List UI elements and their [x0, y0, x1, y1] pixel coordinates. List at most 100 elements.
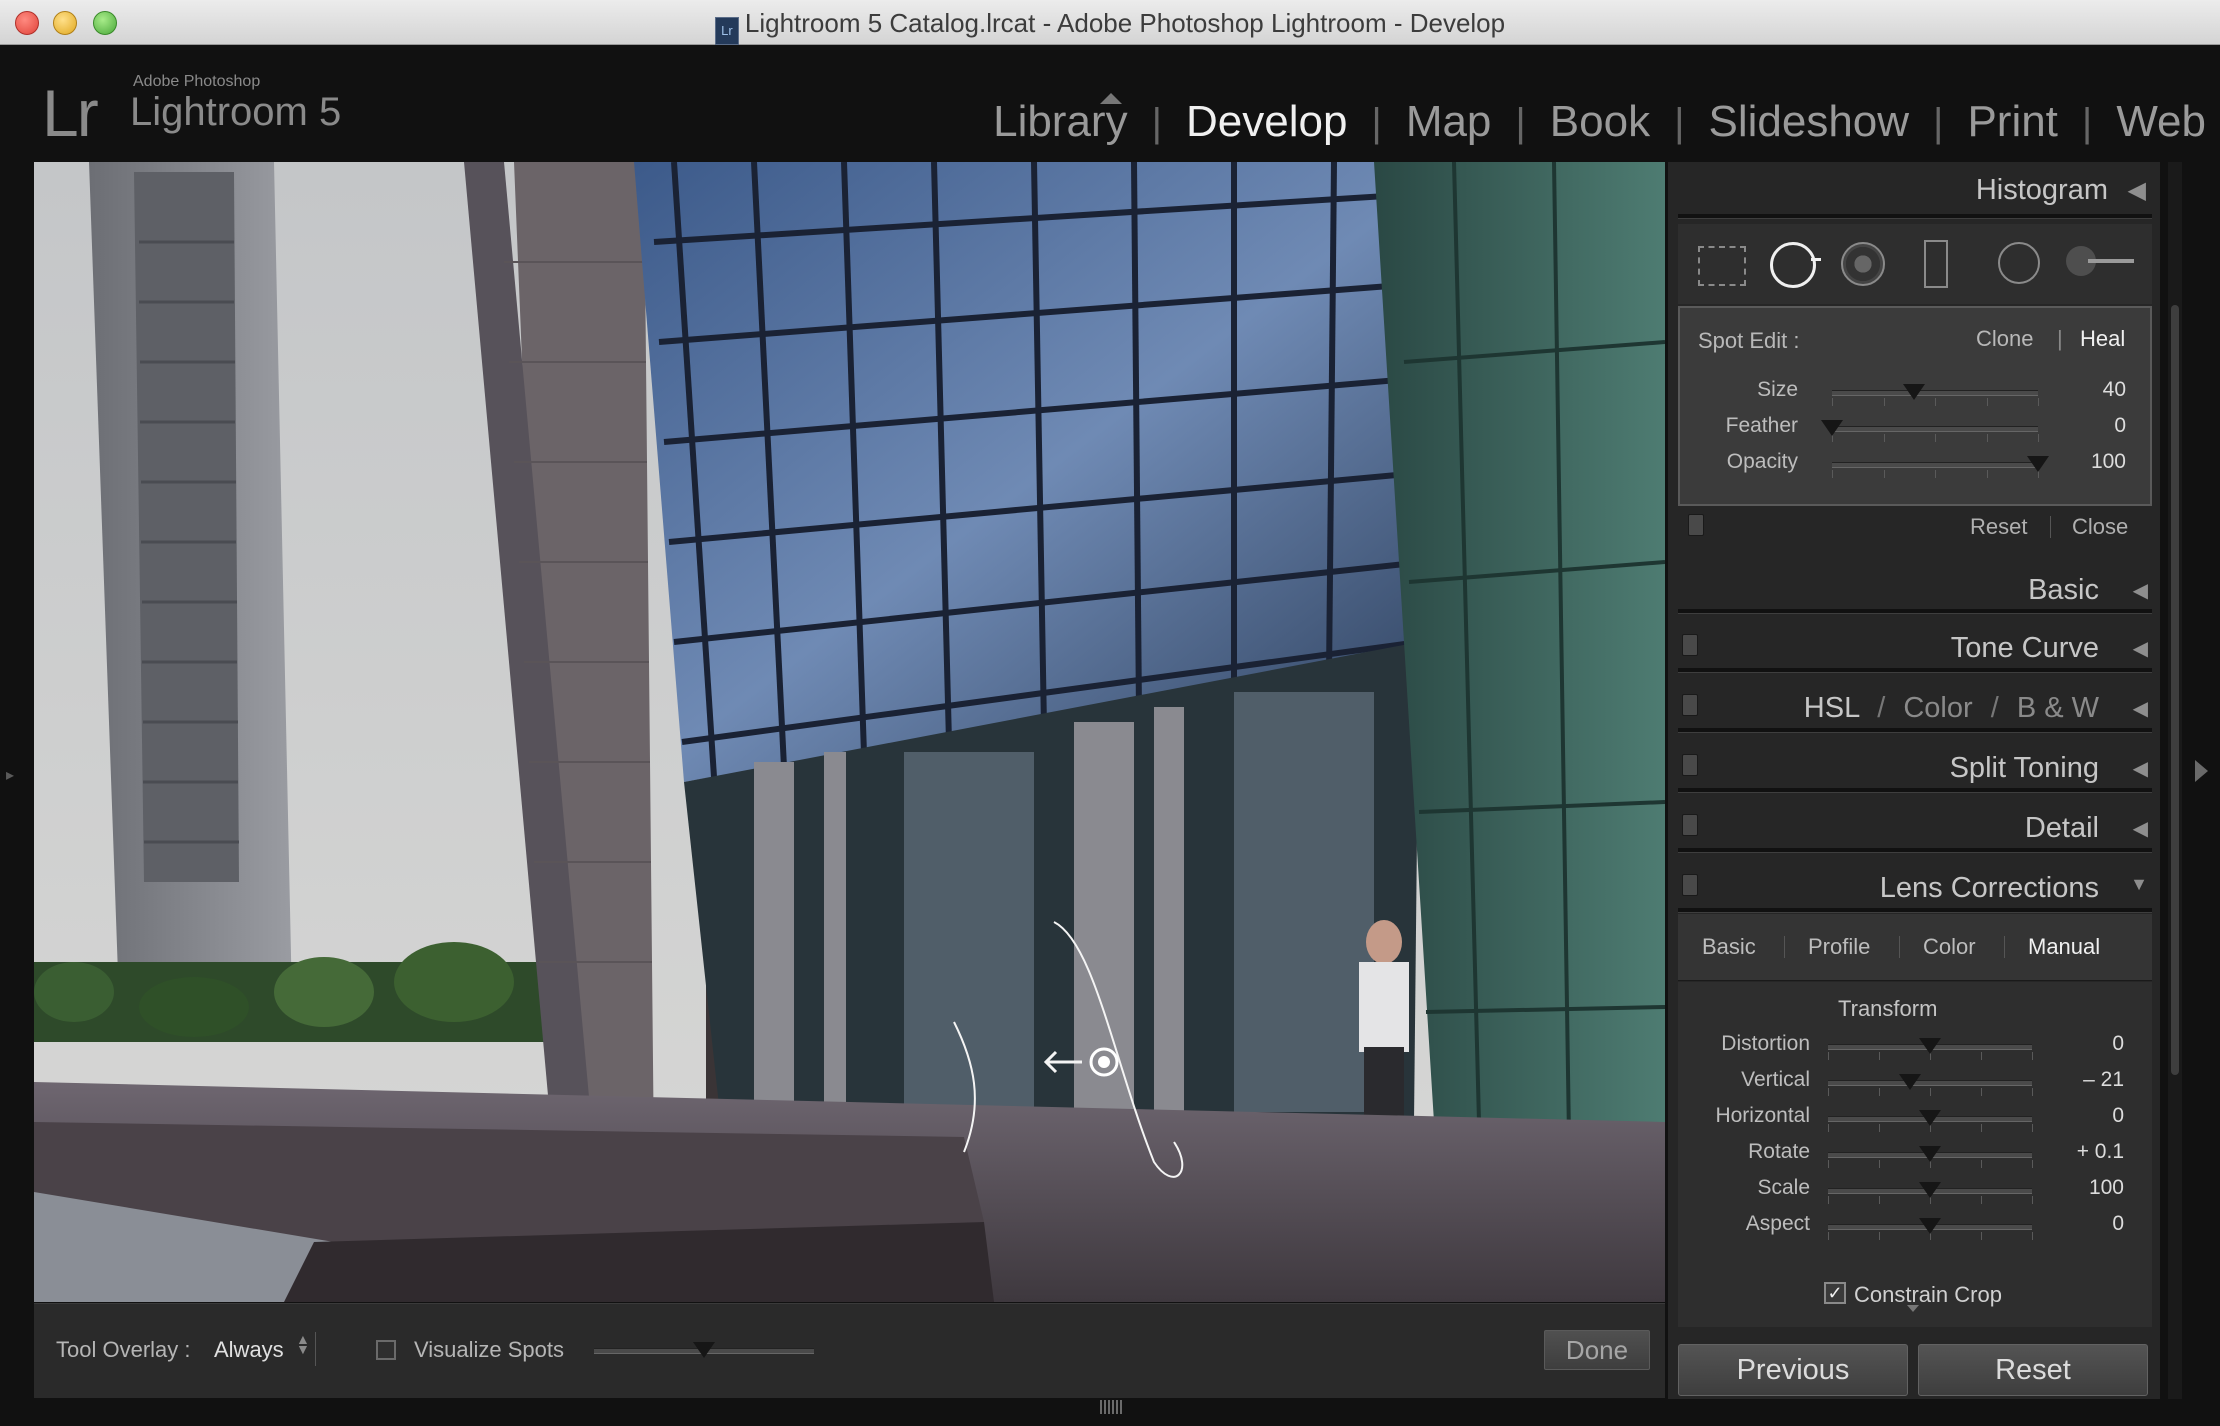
detail-toggle-switch[interactable] [1682, 814, 1698, 836]
lens-tab-profile[interactable]: Profile [1808, 934, 1870, 960]
section-detail[interactable]: Detail [2025, 812, 2099, 845]
slider-value-distortion[interactable]: 0 [2044, 1032, 2124, 1056]
slider-thumb-scale[interactable] [1919, 1182, 1941, 1198]
hsl-divider [1678, 728, 2152, 733]
section-tone-curve[interactable]: Tone Curve [1951, 632, 2099, 665]
module-separator: | [1674, 101, 1685, 145]
slider-thumb-distortion[interactable] [1919, 1038, 1941, 1054]
photo-canvas[interactable] [34, 162, 1665, 1302]
spot-removal-toggle-switch[interactable] [1688, 514, 1704, 536]
split-toning-toggle-switch[interactable] [1682, 754, 1698, 776]
slider-tick [1828, 1160, 1829, 1168]
module-book[interactable]: Book [1548, 97, 1652, 147]
module-library[interactable]: Library [991, 97, 1130, 147]
lens-tab-basic[interactable]: Basic [1702, 934, 1756, 960]
lightroom-logo-mark: Lr [42, 76, 99, 150]
visualize-spots-label: Visualize Spots [414, 1337, 565, 1362]
done-button[interactable]: Done [1544, 1330, 1650, 1370]
slider-tick [1981, 1232, 1982, 1240]
slider-tick [1981, 1196, 1982, 1204]
detail-collapse-icon[interactable]: ◀ [2133, 816, 2148, 841]
constrain-crop-checkbox[interactable]: ✓ [1824, 1282, 1846, 1304]
slider-track-size[interactable] [1832, 390, 2038, 396]
module-web[interactable]: Web [2114, 97, 2208, 147]
slider-tick [2038, 398, 2039, 406]
tone-curve-collapse-icon[interactable]: ◀ [2133, 636, 2148, 661]
filmstrip-toggle-icon[interactable] [1100, 1400, 1122, 1414]
slider-track-opacity[interactable] [1832, 462, 2038, 468]
slider-tick [1981, 1124, 1982, 1132]
tab-color[interactable]: Color [1903, 692, 1972, 724]
slider-value-horizontal[interactable]: 0 [2044, 1104, 2124, 1128]
module-print[interactable]: Print [1965, 97, 2059, 147]
reset-button[interactable]: Reset [1918, 1344, 2148, 1396]
visualize-spots-checkbox[interactable] [376, 1340, 396, 1360]
crop-overlay-icon[interactable] [1698, 246, 1746, 286]
lens-tab-manual[interactable]: Manual [2028, 934, 2100, 960]
hsl-collapse-icon[interactable]: ◀ [2133, 696, 2148, 721]
slider-value-aspect[interactable]: 0 [2044, 1212, 2124, 1236]
slider-value-rotate[interactable]: + 0.1 [2044, 1140, 2124, 1164]
hsl-toggle-switch[interactable] [1682, 694, 1698, 716]
previous-button[interactable]: Previous [1678, 1344, 1908, 1396]
graduated-filter-icon[interactable] [1924, 240, 1948, 288]
slider-value-vertical[interactable]: – 21 [2044, 1068, 2124, 1092]
lens-corrections-expand-icon[interactable]: ▼ [2130, 874, 2148, 895]
slider-value-scale[interactable]: 100 [2044, 1176, 2124, 1200]
tone-curve-toggle-switch[interactable] [1682, 634, 1698, 656]
spot-close-button[interactable]: Close [2072, 514, 2128, 540]
slider-value-opacity[interactable]: 100 [2052, 450, 2126, 474]
spot-mode-heal[interactable]: Heal [2080, 326, 2125, 352]
slider-thumb-size[interactable] [1903, 384, 1926, 400]
slider-value-feather[interactable]: 0 [2052, 414, 2126, 438]
slider-track-feather[interactable] [1832, 426, 2038, 432]
slider-value-size[interactable]: 40 [2052, 378, 2126, 402]
red-eye-icon[interactable] [1841, 242, 1885, 286]
module-picker: Library | Develop | Map | Book | Slideshow | Print… [991, 97, 2208, 147]
lens-corrections-toggle-switch[interactable] [1682, 874, 1698, 896]
slider-tick [1935, 398, 1936, 406]
left-panel-toggle-icon[interactable]: ▸ [6, 765, 14, 785]
identity-bar: Lr Adobe Photoshop Lightroom 5 Library | D… [0, 45, 2220, 160]
lens-tab-color[interactable]: Color [1923, 934, 1976, 960]
slider-label-vertical: Vertical [1741, 1068, 1810, 1091]
slider-tick [1879, 1124, 1880, 1132]
spot-removal-icon[interactable] [1770, 242, 1816, 288]
section-split-toning[interactable]: Split Toning [1950, 752, 2099, 785]
section-hsl-color-bw[interactable]: HSL / Color / B & W [1804, 692, 2099, 725]
slider-label-scale: Scale [1757, 1176, 1810, 1199]
slider-thumb-rotate[interactable] [1919, 1146, 1941, 1162]
module-develop[interactable]: Develop [1184, 97, 1349, 147]
right-panel-scroll-thumb[interactable] [2171, 305, 2179, 1075]
slider-thumb-aspect[interactable] [1919, 1218, 1941, 1234]
slider-thumb-feather[interactable] [1821, 420, 1843, 436]
tool-overlay-chevron-icon[interactable]: ▲ ▼ [296, 1332, 310, 1356]
module-slideshow[interactable]: Slideshow [1706, 97, 1911, 147]
spot-mode-clone[interactable]: Clone [1976, 326, 2033, 352]
right-panel-toggle-icon[interactable] [2195, 760, 2208, 782]
tab-hsl[interactable]: HSL [1804, 692, 1859, 724]
section-lens-corrections[interactable]: Lens Corrections [1880, 872, 2099, 905]
basic-collapse-icon[interactable]: ◀ [2133, 578, 2148, 603]
radial-filter-icon[interactable] [1998, 242, 2040, 284]
tool-overlay-select[interactable]: Always [214, 1337, 284, 1363]
slider-thumb-horizontal[interactable] [1919, 1110, 1941, 1126]
slider-tick [1828, 1124, 1829, 1132]
split-toning-collapse-icon[interactable]: ◀ [2133, 756, 2148, 781]
section-basic[interactable]: Basic [2028, 574, 2099, 607]
slider-label-aspect: Aspect [1745, 1212, 1810, 1235]
visualize-spots-slider-thumb[interactable] [693, 1342, 715, 1358]
spot-reset-button[interactable]: Reset [1970, 514, 2027, 540]
slider-tick [1981, 1052, 1982, 1060]
module-separator: | [2081, 101, 2093, 145]
slider-tick [2032, 1088, 2033, 1096]
module-map[interactable]: Map [1404, 97, 1494, 147]
window-title-bar: Lr Lightroom 5 Catalog.lrcat - Adobe Phot… [0, 0, 2220, 45]
tab-bw[interactable]: B & W [2017, 692, 2099, 724]
slider-thumb-opacity[interactable] [2027, 456, 2049, 472]
slider-tick [2032, 1160, 2033, 1168]
histogram-collapse-icon[interactable]: ◀ [2128, 176, 2146, 205]
slider-track-vertical[interactable] [1828, 1080, 2032, 1086]
slider-thumb-vertical[interactable] [1898, 1074, 1921, 1090]
histogram-header[interactable]: Histogram [1976, 174, 2108, 207]
